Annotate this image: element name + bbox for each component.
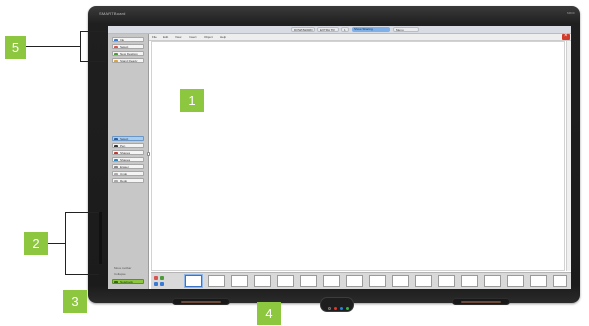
page-thumbnail[interactable] [484,275,501,287]
model-label: M600 [567,11,575,15]
menu-edit[interactable]: Edit [163,34,168,40]
tool-eraser[interactable]: Eraser [112,164,144,169]
menu-insert[interactable]: Insert [189,34,197,40]
menu-bar: File Edit View Insert Object Help [149,34,571,41]
pointer-icon [114,138,118,140]
callout-5-bracket-bottom [80,61,106,62]
sidebar-button-select[interactable]: Select [112,44,144,49]
menu-view[interactable]: View [175,34,181,40]
brand-logo: SMARTBoard [99,11,126,16]
page-thumbnail[interactable] [438,275,455,287]
menu-help[interactable]: Help [220,34,226,40]
tool-redo[interactable]: Redo [112,178,144,183]
black-pen-icon[interactable] [328,307,331,310]
page-thumbnail[interactable] [530,275,547,287]
move-toolbar-label[interactable]: Move toolbar [114,266,131,270]
menu-button[interactable]: Menu [393,27,419,32]
select-icon [114,46,118,48]
notebook-icon [114,281,118,283]
show-sharing-button[interactable]: Show Sharing [352,27,390,32]
page-thumbnail[interactable] [323,275,340,287]
add-page-icon[interactable] [160,276,164,280]
callout-3: 3 [63,290,87,313]
callout-2: 2 [24,232,48,255]
delete-page-icon[interactable] [154,276,158,280]
callout-1: 1 [180,89,204,112]
collapse-label[interactable]: Collapse [114,272,126,276]
callout-5-bracket-top [80,31,106,32]
page-thumbnail[interactable] [346,275,363,287]
topbar-item-count[interactable]: 1 [341,27,349,32]
callout-2-bracket [65,212,66,275]
tool-undo[interactable]: Undo [112,171,144,176]
whiteboard-canvas[interactable] [151,41,565,271]
page-thumbnail[interactable] [277,275,294,287]
page-thumbnail[interactable] [507,275,524,287]
sidebar-button-new-desktop[interactable]: New Desktop [112,51,144,56]
callout-4: 4 [257,302,281,325]
callout-5: 5 [5,36,26,59]
topbar-item-extra[interactable]: EXTRA TR [317,27,339,32]
callout-5-leader [25,46,81,47]
callout-2-leader [48,243,66,244]
tool-shapes[interactable]: Shapes [112,150,144,155]
page-thumbnail[interactable] [392,275,409,287]
page-thumbnail[interactable] [461,275,478,287]
page-sorter [151,272,571,289]
page-thumbnail[interactable] [254,275,271,287]
tool-shapes-2[interactable]: Shapes [112,157,144,162]
page-thumbnail[interactable] [208,275,225,287]
callout-2-bracket-bottom [65,274,99,275]
callout-2-bracket-top [65,212,99,213]
ink-icon [114,39,118,41]
shape-icon [114,159,118,161]
shapes-icon [114,152,118,154]
menu-file[interactable]: File [152,34,157,40]
sidebar-resize-handle[interactable] [147,152,150,156]
close-icon[interactable] [562,33,570,40]
tool-pen[interactable]: Pen [112,143,144,148]
sidebar-button-ink[interactable]: Ink [112,37,144,42]
menu-object[interactable]: Object [204,34,213,40]
eraser-icon [114,166,118,168]
undo-icon [114,173,118,175]
page-thumbnail[interactable] [300,275,317,287]
right-speaker [452,298,510,305]
vertical-scrollbar[interactable] [566,41,571,271]
page-thumbnail[interactable] [231,275,248,287]
page-thumbnail[interactable] [369,275,386,287]
pen-tray-hub[interactable] [320,297,354,312]
sidebar: Ink Select New Desktop Stand Ready Selec… [108,34,149,289]
callout-5-bracket [80,31,81,62]
page-thumbnail[interactable] [185,275,202,287]
pen-icon [114,145,118,147]
green-pen-icon[interactable] [346,307,349,310]
pen-tray-slot [99,212,102,264]
topbar-item-downward[interactable]: DOWNWARD [291,27,315,32]
floating-toolbar: DOWNWARD EXTRA TR 1 Show Sharing Menu [108,26,571,34]
ready-icon [114,60,118,62]
page-thumbnail[interactable] [415,275,432,287]
sidebar-button-stand-ready[interactable]: Stand Ready [112,58,144,63]
desktop-icon [114,53,118,55]
page-thumbnail[interactable] [553,275,567,287]
display-screen: DOWNWARD EXTRA TR 1 Show Sharing Menu Fi… [108,26,571,289]
page-prev-icon[interactable] [154,282,158,286]
red-pen-icon[interactable] [334,307,337,310]
page-next-icon[interactable] [160,282,164,286]
tool-select[interactable]: Select [112,136,144,141]
notebook-button[interactable]: Notebook [112,279,144,284]
left-speaker [172,298,230,305]
blue-pen-icon[interactable] [340,307,343,310]
redo-icon [114,180,118,182]
